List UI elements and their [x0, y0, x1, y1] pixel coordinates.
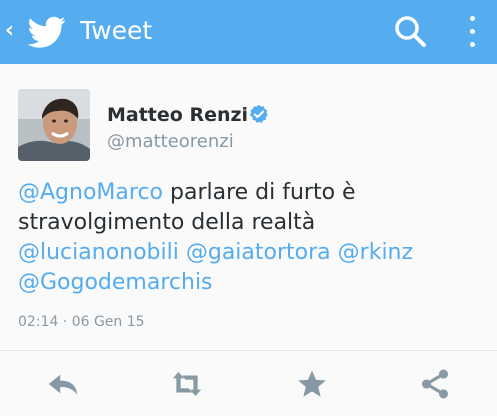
- mention-link[interactable]: @Gogodemarchis: [18, 270, 213, 295]
- search-icon: [395, 16, 426, 47]
- mention-link[interactable]: @gaiatortora: [186, 240, 331, 265]
- share-icon[interactable]: [418, 367, 452, 401]
- author-handle[interactable]: @matteorenzi: [107, 131, 234, 153]
- search-button[interactable]: [391, 12, 431, 52]
- tweet-detail-screen: ‹ Tweet Matteo Renzi @matteorenzi @AgnoM…: [0, 0, 497, 416]
- mention-link[interactable]: @lucianonobili: [18, 240, 179, 265]
- screen-title: Tweet: [80, 16, 153, 45]
- mention-link[interactable]: @rkinz: [338, 240, 413, 265]
- back-chevron-icon: ‹: [5, 18, 15, 43]
- tweet-text: @AgnoMarco parlare di furto è stravolgim…: [18, 178, 486, 298]
- author-display-name[interactable]: Matteo Renzi: [107, 104, 248, 126]
- tweet-card: Matteo Renzi @matteorenzi @AgnoMarco par…: [0, 64, 497, 352]
- tweet-text-fragment: stravolgimento della realtà: [18, 210, 316, 235]
- action-bar: ‹ Tweet: [0, 0, 497, 64]
- avatar[interactable]: [18, 89, 90, 161]
- favorite-star-icon[interactable]: [295, 367, 329, 401]
- verified-badge-icon: [249, 104, 268, 123]
- tweet-actions-bar: [0, 351, 497, 416]
- profile-photo: [18, 89, 90, 161]
- reply-icon[interactable]: [46, 367, 80, 401]
- retweet-icon[interactable]: [170, 367, 204, 401]
- mention-link[interactable]: @AgnoMarco: [18, 180, 163, 205]
- overflow-menu-button[interactable]: [456, 12, 490, 52]
- twitter-bird-icon: [28, 16, 66, 48]
- back-button[interactable]: ‹: [0, 0, 76, 64]
- tweet-timestamp: 02:14 · 06 Gen 15: [18, 314, 145, 330]
- tweet-text-fragment: parlare di furto è: [163, 180, 356, 205]
